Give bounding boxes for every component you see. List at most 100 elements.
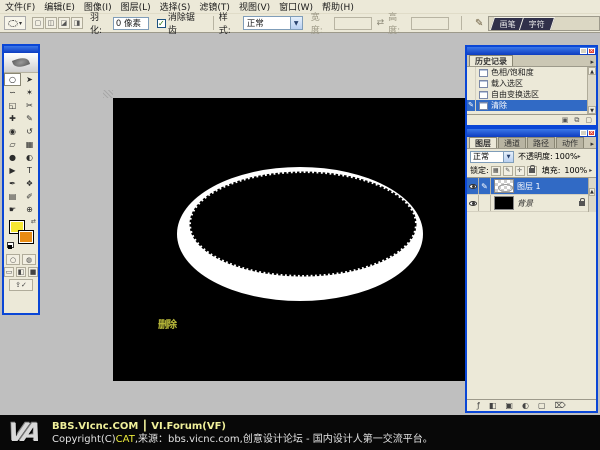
layer-thumbnail[interactable] bbox=[494, 196, 514, 210]
link-cell[interactable] bbox=[479, 195, 491, 211]
tool-path-selection[interactable]: ▶ bbox=[4, 164, 21, 177]
menu-view[interactable]: 视图(V) bbox=[239, 0, 270, 13]
layer-name[interactable]: 图层 1 bbox=[517, 181, 541, 192]
history-source-cell[interactable] bbox=[467, 78, 476, 89]
tab-channels[interactable]: 通道 bbox=[498, 137, 526, 148]
link-cell[interactable]: ✎ bbox=[479, 178, 491, 194]
subtract-selection-button[interactable]: ◪ bbox=[58, 17, 70, 29]
brush-preset-icon[interactable]: ✎ bbox=[475, 18, 483, 29]
visibility-cell[interactable] bbox=[467, 178, 479, 194]
tool-move[interactable]: ➤ bbox=[21, 73, 38, 86]
close-icon[interactable]: × bbox=[588, 48, 595, 54]
history-item-load-selection[interactable]: 载入选区 bbox=[467, 78, 587, 89]
tool-eraser[interactable]: ▱ bbox=[4, 138, 21, 151]
layer-row-background[interactable]: 背景 bbox=[467, 195, 588, 212]
menu-edit[interactable]: 编辑(E) bbox=[44, 0, 75, 13]
layer-mask-icon[interactable]: ◧ bbox=[489, 401, 497, 410]
history-source-cell[interactable] bbox=[467, 89, 476, 100]
history-item-clear[interactable]: ✎ 清除 bbox=[467, 100, 587, 111]
history-scrollbar[interactable]: ▲ ▼ bbox=[587, 67, 596, 114]
tool-pen[interactable]: ✒ bbox=[4, 177, 21, 190]
tool-hand[interactable]: ☛ bbox=[4, 203, 21, 216]
history-titlebar[interactable]: × bbox=[467, 47, 596, 55]
intersect-selection-button[interactable]: ◨ bbox=[71, 17, 83, 29]
scroll-up-icon[interactable]: ▲ bbox=[589, 188, 595, 196]
menu-file[interactable]: 文件(F) bbox=[5, 0, 35, 13]
scroll-up-icon[interactable]: ▲ bbox=[588, 67, 596, 75]
layers-scrollbar[interactable]: ▲ bbox=[588, 178, 596, 212]
layer-name[interactable]: 背景 bbox=[517, 198, 533, 209]
tool-blur[interactable]: ● bbox=[4, 151, 21, 164]
delete-layer-icon[interactable]: ⌦ bbox=[555, 401, 566, 410]
tool-gradient[interactable]: ▦ bbox=[21, 138, 38, 151]
active-tool-button[interactable]: ▾ bbox=[4, 16, 26, 30]
tool-slice[interactable]: ✂ bbox=[21, 99, 38, 112]
opacity-value[interactable]: 100% bbox=[555, 152, 578, 161]
visibility-cell[interactable] bbox=[467, 195, 479, 211]
history-item-hue-saturation[interactable]: 色相/饱和度 bbox=[467, 67, 587, 78]
toolbox-titlebar[interactable] bbox=[4, 46, 38, 53]
layer-set-icon[interactable]: ▣ bbox=[505, 401, 513, 410]
menu-layer[interactable]: 图层(L) bbox=[121, 0, 151, 13]
tool-eyedropper[interactable]: ✐ bbox=[21, 190, 38, 203]
tool-type[interactable]: T bbox=[21, 164, 38, 177]
standard-mode-button[interactable]: ○ bbox=[6, 254, 20, 265]
background-color-swatch[interactable] bbox=[18, 230, 34, 244]
history-item-free-transform[interactable]: 自由变换选区 bbox=[467, 89, 587, 100]
minimize-icon[interactable] bbox=[580, 130, 587, 136]
tool-notes[interactable]: ▤ bbox=[4, 190, 21, 203]
document-canvas[interactable]: 删除 bbox=[113, 98, 465, 381]
tool-clone-stamp[interactable]: ◉ bbox=[4, 125, 21, 138]
opacity-popup-icon[interactable]: ▸ bbox=[578, 153, 581, 160]
default-colors-icon[interactable] bbox=[7, 242, 14, 248]
tool-crop[interactable]: ◱ bbox=[4, 99, 21, 112]
adjustment-layer-icon[interactable]: ◐ bbox=[522, 401, 529, 410]
new-layer-icon[interactable]: ▢ bbox=[538, 401, 546, 410]
tool-zoom[interactable]: ⊕ bbox=[21, 203, 38, 216]
panel-menu-icon[interactable]: ▸ bbox=[590, 58, 594, 66]
palette-well-tab-character[interactable]: 字符 bbox=[519, 17, 555, 30]
tool-magic-wand[interactable]: ✶ bbox=[21, 86, 38, 99]
fullscreen-button[interactable]: ■ bbox=[28, 267, 38, 277]
scroll-down-icon[interactable]: ▼ bbox=[588, 106, 596, 114]
tool-brush[interactable]: ✎ bbox=[21, 112, 38, 125]
standard-screen-button[interactable]: ▭ bbox=[4, 267, 14, 277]
tab-paths[interactable]: 路径 bbox=[527, 137, 555, 148]
feather-input[interactable]: 0 像素 bbox=[113, 17, 149, 30]
quick-mask-mode-button[interactable]: ◍ bbox=[22, 254, 36, 265]
layer-style-icon[interactable]: ƒ bbox=[477, 401, 480, 410]
fullscreen-menubar-button[interactable]: ◧ bbox=[16, 267, 26, 277]
layers-titlebar[interactable]: × bbox=[467, 129, 596, 137]
blend-mode-dropdown[interactable]: 正常 ▼ bbox=[470, 151, 514, 163]
tab-history[interactable]: 历史记录 bbox=[469, 55, 513, 66]
close-icon[interactable]: × bbox=[588, 130, 595, 136]
lock-image-icon[interactable]: ✎ bbox=[503, 166, 513, 176]
minimize-icon[interactable] bbox=[580, 48, 587, 54]
history-brush-source-icon[interactable]: ✎ bbox=[467, 100, 476, 111]
delete-state-icon[interactable]: ▢ bbox=[585, 116, 592, 124]
tool-dodge[interactable]: ◐ bbox=[21, 151, 38, 164]
new-document-from-state-icon[interactable]: ▣ bbox=[562, 116, 569, 124]
tool-elliptical-marquee[interactable]: ○ bbox=[4, 73, 21, 86]
new-selection-button[interactable]: ▢ bbox=[32, 17, 44, 29]
panel-menu-icon[interactable]: ▸ bbox=[590, 140, 594, 148]
layer-row-layer1[interactable]: ✎ 图层 1 bbox=[467, 178, 588, 195]
style-dropdown[interactable]: 正常 ▼ bbox=[243, 16, 303, 30]
tab-layers[interactable]: 图层 bbox=[469, 137, 497, 148]
fill-value[interactable]: 100% bbox=[564, 166, 587, 175]
add-selection-button[interactable]: ◫ bbox=[45, 17, 57, 29]
antialias-checkbox[interactable]: ✓ bbox=[157, 19, 166, 28]
layer-thumbnail[interactable] bbox=[494, 179, 514, 193]
lock-all-icon[interactable] bbox=[527, 166, 537, 176]
lock-transparency-icon[interactable]: ▦ bbox=[491, 166, 501, 176]
tool-custom-shape[interactable]: ❖ bbox=[21, 177, 38, 190]
tool-healing-brush[interactable]: ✚ bbox=[4, 112, 21, 125]
tab-actions[interactable]: 动作 bbox=[556, 137, 584, 148]
menu-window[interactable]: 窗口(W) bbox=[279, 0, 313, 13]
history-source-cell[interactable] bbox=[467, 67, 476, 78]
swap-colors-icon[interactable]: ⇄ bbox=[31, 218, 36, 225]
jump-to-imageready-button[interactable]: ⇪✓ bbox=[9, 279, 33, 291]
lock-position-icon[interactable]: ✛ bbox=[515, 166, 525, 176]
tool-history-brush[interactable]: ↺ bbox=[21, 125, 38, 138]
tool-lasso[interactable]: ∽ bbox=[4, 86, 21, 99]
